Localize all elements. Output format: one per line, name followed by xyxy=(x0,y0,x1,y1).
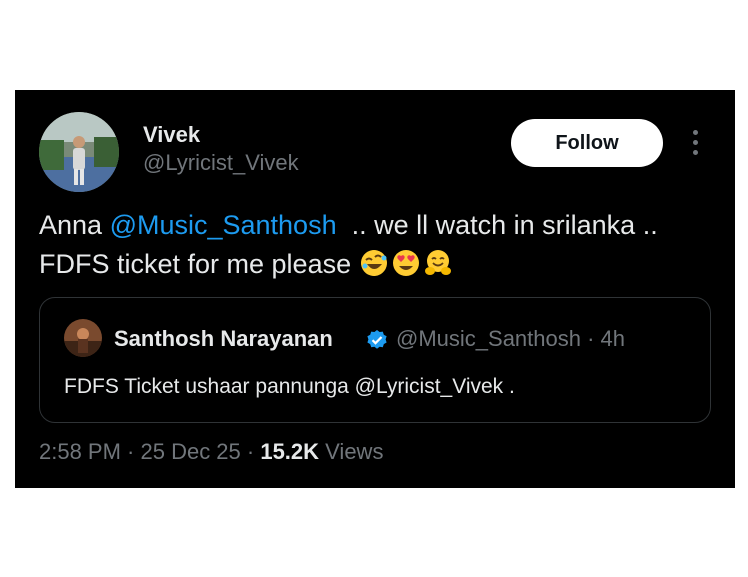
tweet-text-line2: FDFS ticket for me please xyxy=(39,249,359,279)
quoted-author-handle-time[interactable]: @Music_Santhosh · 4h xyxy=(396,326,625,352)
author-name[interactable]: Vivek xyxy=(143,122,200,148)
quoted-author-name[interactable]: Santhosh Narayanan xyxy=(114,326,333,352)
quoted-author-avatar[interactable] xyxy=(64,319,102,357)
tweet-meta: 2:58 PM · 25 Dec 25 · 15.2K Views xyxy=(39,439,383,465)
tweet-text: Anna @Music_Santhosh .. we ll watch in s… xyxy=(39,206,719,284)
tweet-timestamp[interactable]: 2:58 PM · 25 Dec 25 · xyxy=(39,439,260,464)
tweet-text-line1-suffix: .. we ll watch in srilanka .. xyxy=(336,210,658,240)
author-avatar[interactable] xyxy=(39,112,119,192)
views-label: Views xyxy=(319,439,384,464)
verified-badge-icon xyxy=(367,330,387,349)
quoted-tweet-text: FDFS Ticket ushaar pannunga @Lyricist_Vi… xyxy=(64,375,515,398)
mention-link[interactable]: @Music_Santhosh xyxy=(110,210,337,240)
rolling-laughing-emoji-icon xyxy=(360,250,387,276)
more-vertical-icon[interactable] xyxy=(685,130,705,158)
follow-button[interactable]: Follow xyxy=(511,119,663,167)
hugging-face-emoji-icon xyxy=(424,250,451,275)
views-count[interactable]: 15.2K xyxy=(260,439,319,464)
tweet-text-prefix: Anna xyxy=(39,210,110,240)
quoted-tweet[interactable]: Santhosh Narayanan @Music_Santhosh · 4h … xyxy=(39,297,711,423)
tweet-card: Vivek @Lyricist_Vivek Follow Anna @Music… xyxy=(15,90,735,488)
author-handle[interactable]: @Lyricist_Vivek xyxy=(143,150,299,176)
heart-eyes-emoji-icon xyxy=(392,250,419,276)
